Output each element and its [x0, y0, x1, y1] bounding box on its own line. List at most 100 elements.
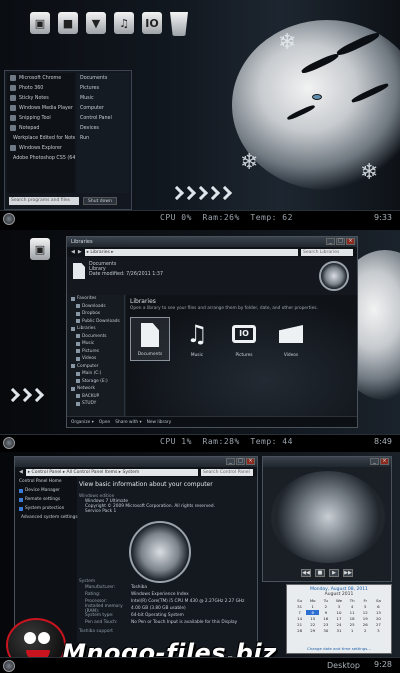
change-date-link[interactable]: Change date and time settings...	[287, 646, 391, 651]
calendar-day[interactable]: 17	[332, 616, 345, 621]
close-button[interactable]: ×	[246, 458, 255, 465]
calendar-day[interactable]: 26	[359, 622, 372, 627]
nav-item[interactable]: Pictures	[67, 348, 124, 356]
start-orb-icon[interactable]	[3, 212, 15, 225]
calendar-day[interactable]: 28	[293, 628, 306, 633]
calendar-day[interactable]: 30	[319, 628, 332, 633]
taskbar-clock[interactable]: 9:28	[374, 660, 392, 669]
window-titlebar[interactable]: _ ×	[263, 457, 391, 467]
calendar-day[interactable]: 13	[372, 610, 385, 615]
minimize-button[interactable]: _	[226, 458, 235, 465]
calendar-day[interactable]: 14	[293, 616, 306, 621]
nav-item[interactable]: Storage (E:)	[67, 378, 124, 386]
shutdown-button[interactable]: Shut down	[83, 197, 117, 205]
calendar-day[interactable]: 1	[306, 604, 319, 609]
calendar-day[interactable]: 7	[293, 610, 306, 615]
start-menu-item[interactable]: Workplace Edited for Note 2011	[7, 133, 75, 143]
command-button[interactable]: Share with ▾	[115, 420, 141, 425]
back-icon[interactable]: ◀	[19, 469, 23, 475]
minimize-button[interactable]: _	[370, 458, 379, 465]
play-button[interactable]: ▶	[329, 569, 339, 577]
computer-icon[interactable]: ▣	[30, 238, 50, 260]
library-item[interactable]: Documents	[130, 317, 170, 361]
window-titlebar[interactable]: _ □ ×	[15, 457, 257, 467]
start-menu-item[interactable]: Sticky Notes	[7, 93, 75, 103]
calendar-day[interactable]: 6	[372, 604, 385, 609]
start-menu-item[interactable]: Windows Explorer	[7, 143, 75, 153]
start-menu-item[interactable]: Snipping Tool	[7, 113, 75, 123]
calendar-day[interactable]: 23	[319, 622, 332, 627]
start-menu-place[interactable]: Control Panel	[77, 113, 129, 123]
library-item[interactable]: Videos	[271, 317, 311, 361]
nav-item[interactable]: BACKUP	[67, 393, 124, 401]
nav-item[interactable]: Network	[67, 385, 124, 393]
nav-item[interactable]: Libraries	[67, 325, 124, 333]
nav-item[interactable]: Downloads	[67, 303, 124, 311]
start-orb-icon[interactable]	[3, 436, 15, 449]
nav-item[interactable]: Favorites	[67, 295, 124, 303]
taskbar-clock[interactable]: 8:49	[374, 437, 392, 446]
calendar-day[interactable]: 22	[306, 622, 319, 627]
calendar-day[interactable]: 8	[306, 610, 320, 615]
command-button[interactable]: Open	[99, 420, 110, 425]
support-link[interactable]: Toshiba support	[79, 626, 257, 634]
start-orb-icon[interactable]	[3, 659, 15, 672]
nav-item[interactable]: Computer	[67, 363, 124, 371]
documents-icon[interactable]: ■	[58, 12, 78, 34]
cp-task-link[interactable]: Device Manager	[15, 486, 77, 495]
calendar-day[interactable]: 20	[372, 616, 385, 621]
cp-task-link[interactable]: Control Panel Home	[15, 477, 77, 486]
start-menu-place[interactable]: Documents	[77, 73, 129, 83]
close-button[interactable]: ×	[380, 458, 389, 465]
calendar-day[interactable]: 3	[372, 628, 385, 633]
nav-item[interactable]: Videos	[67, 355, 124, 363]
recycle-bin-icon[interactable]	[170, 12, 188, 36]
nav-item[interactable]: Music	[67, 340, 124, 348]
taskbar-clock[interactable]: 9:33	[374, 213, 392, 222]
calendar-day[interactable]: 24	[332, 622, 345, 627]
maximize-button[interactable]: □	[236, 458, 245, 465]
music-icon[interactable]: ♫	[114, 12, 134, 34]
calendar-day[interactable]: 9	[319, 610, 332, 615]
calendar-day[interactable]: 29	[306, 628, 319, 633]
back-icon[interactable]: ◀	[71, 249, 75, 255]
calendar-day[interactable]: 2	[359, 628, 372, 633]
nav-item[interactable]: Public Downloads	[67, 318, 124, 326]
search-input[interactable]: Search Libraries	[301, 248, 353, 256]
cp-task-link[interactable]: Advanced system settings	[15, 513, 78, 522]
calendar-day[interactable]: 27	[372, 622, 385, 627]
nav-item[interactable]: Main (C:)	[67, 370, 124, 378]
minimize-button[interactable]: _	[326, 238, 335, 245]
calendar-day[interactable]: 11	[346, 610, 359, 615]
library-item[interactable]: ♫ Music	[177, 317, 217, 361]
calendar-day[interactable]: 5	[359, 604, 372, 609]
cp-task-link[interactable]: System protection	[15, 504, 77, 513]
start-menu-item[interactable]: Notepad	[7, 123, 75, 133]
start-menu-place[interactable]: Run	[77, 133, 129, 143]
calendar-day[interactable]: 16	[319, 616, 332, 621]
forward-icon[interactable]: ▶	[78, 249, 82, 255]
maximize-button[interactable]: □	[336, 238, 345, 245]
start-search-input[interactable]: Search programs and files	[9, 197, 79, 205]
calendar-day[interactable]: 25	[346, 622, 359, 627]
start-menu-place[interactable]: Pictures	[77, 83, 129, 93]
calendar-day[interactable]: 18	[346, 616, 359, 621]
start-menu-item[interactable]: Windows Media Player	[7, 103, 75, 113]
start-menu-place[interactable]: Devices	[77, 123, 129, 133]
calendar-day[interactable]: 2	[319, 604, 332, 609]
calendar-day[interactable]: 21	[293, 622, 306, 627]
start-menu-place[interactable]: Music	[77, 93, 129, 103]
desktop-toolbar[interactable]: Desktop	[327, 661, 360, 670]
nav-item[interactable]: STUDY	[67, 400, 124, 408]
calendar-day[interactable]: 3	[332, 604, 345, 609]
calendar-day[interactable]: 31	[293, 604, 306, 609]
cp-task-link[interactable]: Remote settings	[15, 495, 77, 504]
next-button[interactable]: ▶▶	[343, 569, 353, 577]
address-bar[interactable]: ▸ Libraries ▸	[84, 248, 298, 256]
computer-icon[interactable]: ▣	[30, 12, 50, 34]
nav-item[interactable]: Documents	[67, 333, 124, 341]
downloads-icon[interactable]: ▼	[86, 12, 106, 34]
calendar-day[interactable]: 1	[346, 628, 359, 633]
command-button[interactable]: Organize ▾	[71, 420, 94, 425]
start-menu-item[interactable]: Microsoft Chrome	[7, 73, 75, 83]
